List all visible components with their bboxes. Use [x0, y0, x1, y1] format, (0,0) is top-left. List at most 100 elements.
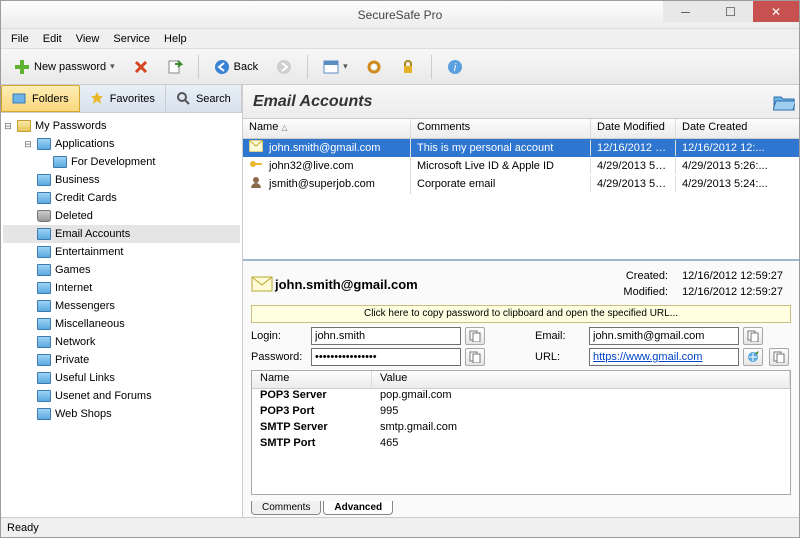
tree-item[interactable]: Email Accounts	[3, 225, 240, 243]
tree-item[interactable]: ⊟Applications	[3, 135, 240, 153]
copy-email-button[interactable]	[743, 327, 763, 345]
copy-login-button[interactable]	[465, 327, 485, 345]
tree-item[interactable]: Entertainment	[3, 243, 240, 261]
url-link[interactable]: https://www.gmail.com	[593, 351, 702, 363]
tree-item[interactable]: Usenet and Forums	[3, 387, 240, 405]
folder-icon	[12, 91, 28, 107]
col-comments[interactable]: Comments	[411, 119, 591, 138]
list-body[interactable]: john.smith@gmail.comThis is my personal …	[243, 139, 799, 259]
info-icon: i	[447, 59, 463, 75]
property-row: POP3 Port995	[252, 405, 790, 421]
col-name[interactable]: Name △	[243, 119, 411, 138]
property-row: SMTP Port465	[252, 437, 790, 453]
folder-tree[interactable]: ⊟My Passwords⊟ApplicationsFor Developmen…	[1, 113, 242, 517]
tree-item[interactable]: Network	[3, 333, 240, 351]
tree-item[interactable]: Useful Links	[3, 369, 240, 387]
calendar-button[interactable]: ▾	[316, 53, 355, 81]
new-password-label: New password	[34, 61, 106, 73]
tab-comments[interactable]: Comments	[251, 501, 321, 515]
copy-and-open-bar[interactable]: Click here to copy password to clipboard…	[251, 305, 791, 323]
main-area: Folders Favorites Search ⊟My Passwords⊟A…	[1, 85, 799, 517]
maximize-button[interactable]: ☐	[708, 1, 753, 22]
tree-item[interactable]: Games	[3, 261, 240, 279]
menu-help[interactable]: Help	[158, 31, 193, 47]
menu-view[interactable]: View	[70, 31, 106, 47]
open-url-button[interactable]	[743, 348, 763, 366]
list-item[interactable]: john.smith@gmail.comThis is my personal …	[243, 139, 799, 157]
settings-button[interactable]	[359, 53, 389, 81]
delete-x-icon	[133, 59, 149, 75]
tree-item[interactable]: For Development	[3, 153, 240, 171]
detail-pane: john.smith@gmail.com Created:12/16/2012 …	[243, 259, 799, 517]
url-label: URL:	[535, 351, 585, 363]
back-arrow-icon	[214, 59, 230, 75]
dropdown-caret-icon: ▾	[343, 61, 348, 72]
back-button[interactable]: Back	[207, 53, 265, 81]
menu-edit[interactable]: Edit	[37, 31, 68, 47]
property-row: POP3 Serverpop.gmail.com	[252, 389, 790, 405]
tab-search-label: Search	[196, 93, 231, 105]
prop-col-value[interactable]: Value	[372, 371, 790, 388]
row-icon	[249, 158, 265, 174]
property-row: SMTP Serversmtp.gmail.com	[252, 421, 790, 437]
calendar-icon	[323, 59, 339, 75]
content-title: Email Accounts	[253, 93, 372, 111]
tree-item[interactable]: Internet	[3, 279, 240, 297]
password-label: Password:	[251, 351, 307, 363]
gear-icon	[366, 59, 382, 75]
menu-service[interactable]: Service	[107, 31, 156, 47]
plus-icon	[14, 59, 30, 75]
tab-folders[interactable]: Folders	[1, 85, 80, 112]
tree-item[interactable]: Miscellaneous	[3, 315, 240, 333]
open-folder-icon[interactable]	[773, 94, 789, 110]
tree-root[interactable]: ⊟My Passwords	[3, 117, 240, 135]
tree-item[interactable]: Deleted	[3, 207, 240, 225]
list-header: Name △ Comments Date Modified Date Creat…	[243, 119, 799, 139]
statusbar: Ready	[1, 517, 799, 537]
status-text: Ready	[7, 522, 39, 534]
app-window: SecureSafe Pro ─ ☐ ✕ File Edit View Serv…	[0, 0, 800, 538]
back-label: Back	[234, 61, 258, 73]
content-pane: Email Accounts Name △ Comments Date Modi…	[243, 85, 799, 517]
password-input[interactable]	[311, 348, 461, 366]
menubar: File Edit View Service Help	[1, 29, 799, 49]
minimize-button[interactable]: ─	[663, 1, 708, 22]
lock-button[interactable]	[393, 53, 423, 81]
star-icon	[90, 91, 106, 107]
export-button[interactable]	[160, 53, 190, 81]
tab-favorites[interactable]: Favorites	[80, 85, 166, 112]
detail-fields: Login: Email: Password: URL: https://www…	[251, 327, 791, 366]
tree-item[interactable]: Private	[3, 351, 240, 369]
tree-item[interactable]: Credit Cards	[3, 189, 240, 207]
login-input[interactable]	[311, 327, 461, 345]
tree-item[interactable]: Messengers	[3, 297, 240, 315]
mail-icon	[251, 276, 267, 292]
menu-file[interactable]: File	[5, 31, 35, 47]
tab-search[interactable]: Search	[166, 85, 242, 112]
properties-table: Name Value POP3 Serverpop.gmail.comPOP3 …	[251, 370, 791, 495]
email-input[interactable]	[589, 327, 739, 345]
toolbar: New password ▾ Back ▾ i	[1, 49, 799, 85]
export-icon	[167, 59, 183, 75]
new-password-button[interactable]: New password ▾	[7, 53, 122, 81]
tree-item[interactable]: Web Shops	[3, 405, 240, 423]
delete-button[interactable]	[126, 53, 156, 81]
list-item[interactable]: jsmith@superjob.comCorporate email4/29/2…	[243, 175, 799, 193]
copy-url-button[interactable]	[769, 348, 789, 366]
info-button[interactable]: i	[440, 53, 470, 81]
tab-folders-label: Folders	[32, 93, 69, 105]
col-created[interactable]: Date Created	[676, 119, 799, 138]
forward-button[interactable]	[269, 53, 299, 81]
tree-item[interactable]: Business	[3, 171, 240, 189]
close-button[interactable]: ✕	[753, 1, 799, 22]
search-icon	[176, 91, 192, 107]
forward-arrow-icon	[276, 59, 292, 75]
tab-advanced[interactable]: Advanced	[323, 501, 393, 515]
col-modified[interactable]: Date Modified	[591, 119, 676, 138]
row-icon	[249, 176, 265, 192]
copy-password-button[interactable]	[465, 348, 485, 366]
detail-meta: Created:12/16/2012 12:59:27 Modified:12/…	[615, 267, 791, 301]
list-item[interactable]: john32@live.comMicrosoft Live ID & Apple…	[243, 157, 799, 175]
row-icon	[249, 140, 265, 156]
prop-col-name[interactable]: Name	[252, 371, 372, 388]
